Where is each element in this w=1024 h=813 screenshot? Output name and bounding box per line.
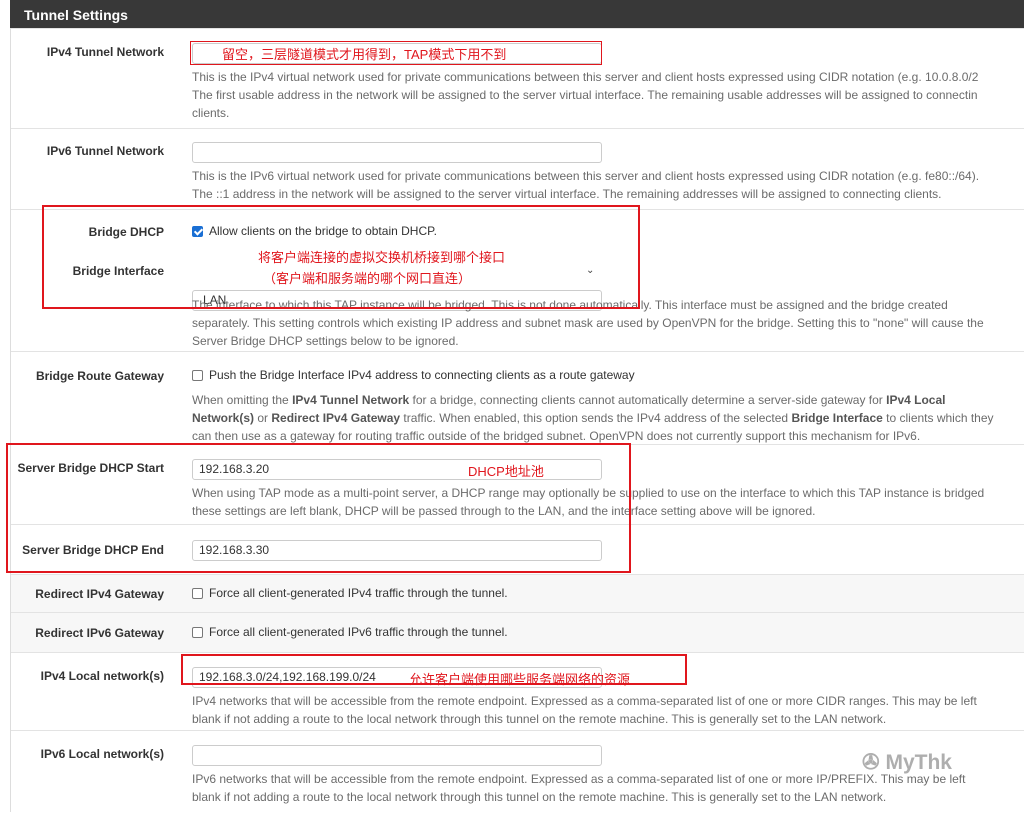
ipv4-local-label: IPv4 Local network(s)	[40, 669, 164, 683]
row-dhcp-end: Server Bridge DHCP End 192.168.3.30	[11, 524, 1024, 575]
row-redirect-ipv6: Redirect IPv6 Gateway Force all client-g…	[11, 612, 1024, 653]
wechat-icon: ✇	[862, 751, 880, 774]
ipv6-tunnel-network-label: IPv6 Tunnel Network	[46, 144, 164, 158]
bridge-interface-annotation-2: （客户端和服务端的哪个网口直连）	[263, 271, 472, 286]
bridge-route-gateway-checkbox-row[interactable]: Push the Bridge Interface IPv4 address t…	[192, 368, 635, 382]
ipv6-local-label: IPv6 Local network(s)	[40, 747, 164, 761]
row-redirect-ipv4: Redirect IPv4 Gateway Force all client-g…	[11, 574, 1024, 613]
ipv6-local-input[interactable]	[192, 745, 602, 766]
dhcp-start-label: Server Bridge DHCP Start	[17, 461, 165, 475]
ipv6-tunnel-help: This is the IPv6 virtual network used fo…	[192, 169, 980, 201]
redirect-ipv6-checkbox[interactable]	[192, 626, 203, 638]
row-bridge-route-gateway: Bridge Route Gateway Push the Bridge Int…	[11, 351, 1024, 445]
redirect-ipv6-label: Redirect IPv6 Gateway	[35, 626, 164, 640]
row-ipv6-tunnel-network: IPv6 Tunnel Network This is the IPv6 vir…	[11, 128, 1024, 210]
bridge-route-gateway-checkbox-label: Push the Bridge Interface IPv4 address t…	[209, 368, 635, 382]
dhcp-end-label: Server Bridge DHCP End	[22, 543, 164, 557]
redirect-ipv6-checkbox-row[interactable]: Force all client-generated IPv6 traffic …	[192, 625, 508, 639]
row-bridge-dhcp-interface: Bridge DHCP Allow clients on the bridge …	[11, 209, 1024, 352]
redirect-ipv4-checkbox[interactable]	[192, 587, 203, 599]
tunnel-settings-body: IPv4 Tunnel Network 留空，三层隧道模式才用得到，TAP模式下…	[10, 28, 1024, 812]
ipv4-local-annotation: 允许客户端使用哪些服务端网络的资源	[409, 672, 631, 687]
bridge-dhcp-checkbox[interactable]	[192, 225, 203, 237]
bridge-route-gateway-checkbox[interactable]	[192, 369, 203, 381]
bridge-route-gateway-help: When omitting the IPv4 Tunnel Network fo…	[192, 393, 994, 443]
panel-title: Tunnel Settings	[10, 0, 1024, 28]
watermark: ✇ MyThk	[862, 750, 952, 775]
row-ipv4-local: IPv4 Local network(s) 192.168.3.0/24,192…	[11, 652, 1024, 731]
ipv4-tunnel-annotation: 留空，三层隧道模式才用得到，TAP模式下用不到	[222, 47, 507, 62]
bridge-route-gateway-label: Bridge Route Gateway	[35, 369, 164, 383]
row-dhcp-start: Server Bridge DHCP Start 192.168.3.20 DH…	[11, 444, 1024, 525]
dhcp-start-help: When using TAP mode as a multi-point ser…	[192, 486, 985, 518]
ipv6-tunnel-network-input[interactable]	[192, 142, 602, 163]
redirect-ipv4-label: Redirect IPv4 Gateway	[35, 587, 164, 601]
dhcp-start-annotation: DHCP地址池	[468, 464, 544, 479]
chevron-down-icon: ⌄	[586, 265, 595, 276]
ipv4-local-help: IPv4 networks that will be accessible fr…	[192, 694, 977, 726]
watermark-text: MyThk	[885, 751, 952, 774]
bridge-interface-annotation-1: 将客户端连接的虚拟交换机桥接到哪个接口	[258, 250, 506, 265]
dhcp-end-input[interactable]: 192.168.3.30	[192, 540, 602, 561]
redirect-ipv4-checkbox-label: Force all client-generated IPv4 traffic …	[209, 586, 508, 600]
ipv4-tunnel-help: This is the IPv4 virtual network used fo…	[192, 70, 979, 120]
ipv6-local-help: IPv6 networks that will be accessible fr…	[192, 772, 966, 804]
redirect-ipv6-checkbox-label: Force all client-generated IPv6 traffic …	[209, 625, 508, 639]
redirect-ipv4-checkbox-row[interactable]: Force all client-generated IPv4 traffic …	[192, 586, 508, 600]
bridge-dhcp-checkbox-label: Allow clients on the bridge to obtain DH…	[209, 224, 437, 238]
bridge-dhcp-checkbox-row[interactable]: Allow clients on the bridge to obtain DH…	[192, 224, 437, 238]
bridge-interface-help: The interface to which this TAP instance…	[192, 298, 984, 348]
bridge-interface-label: Bridge Interface	[72, 264, 164, 278]
bridge-dhcp-label: Bridge DHCP	[88, 225, 164, 239]
row-ipv4-tunnel-network: IPv4 Tunnel Network 留空，三层隧道模式才用得到，TAP模式下…	[11, 28, 1024, 129]
ipv4-tunnel-network-label: IPv4 Tunnel Network	[46, 45, 164, 59]
